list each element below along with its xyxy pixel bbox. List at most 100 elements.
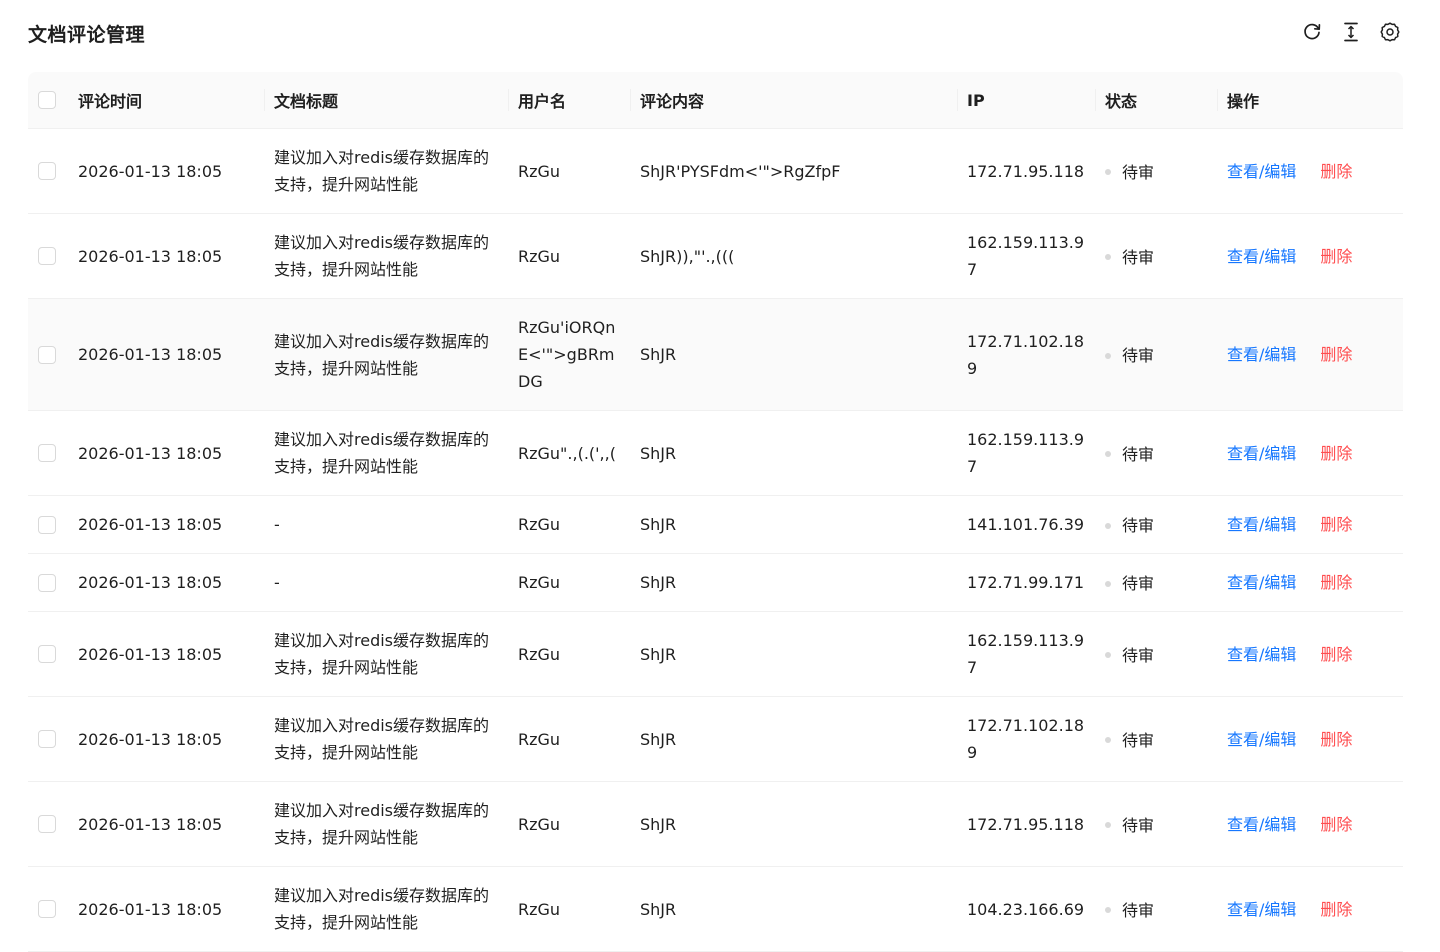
status-dot-icon [1105,580,1111,587]
actions-cell: 查看/编辑 删除 [1217,128,1403,214]
document-title: - [264,495,508,554]
status-badge: 待审 [1105,727,1154,754]
row-checkbox[interactable] [38,645,56,663]
column-header-ip[interactable]: IP [957,72,1095,129]
document-title: - [264,553,508,612]
comment-content: ShJR [630,866,957,952]
ip-address: 172.71.95.118 [957,128,1095,214]
row-select-cell [28,696,68,782]
row-checkbox[interactable] [38,515,56,534]
view-edit-link[interactable]: 查看/编辑 [1227,515,1296,534]
view-edit-link[interactable]: 查看/编辑 [1227,444,1296,463]
actions-cell: 查看/编辑 删除 [1217,781,1403,867]
view-edit-link[interactable]: 查看/编辑 [1227,815,1296,834]
status-cell: 待审 [1095,781,1217,867]
row-checkbox[interactable] [38,573,56,592]
status-dot-icon [1105,451,1111,458]
page-header: 文档评论管理 [28,14,1404,54]
comment-content: ShJR)),"'.,((( [630,213,957,299]
row-checkbox[interactable] [38,247,56,265]
row-checkbox[interactable] [38,900,56,918]
delete-link[interactable]: 删除 [1320,345,1352,364]
view-edit-link[interactable]: 查看/编辑 [1227,645,1296,664]
row-select-cell [28,866,68,952]
view-edit-link[interactable]: 查看/编辑 [1227,730,1296,749]
ip-address: 172.71.99.171 [957,553,1095,612]
status-badge: 待审 [1105,897,1154,924]
table-row: 2026-01-13 18:05 建议加入对redis缓存数据库的支持，提升网站性… [28,410,1403,496]
row-select-cell [28,128,68,214]
actions-cell: 查看/编辑 删除 [1217,410,1403,496]
row-select-cell [28,611,68,697]
status-label: 待审 [1122,162,1155,182]
table-header-row: 评论时间 文档标题 用户名 评论内容 IP 状态 操作 [28,72,1403,129]
status-label: 待审 [1122,346,1155,366]
column-header-title[interactable]: 文档标题 [264,72,508,129]
status-label: 待审 [1122,247,1155,267]
column-header-time[interactable]: 评论时间 [68,72,264,129]
document-title: 建议加入对redis缓存数据库的支持，提升网站性能 [264,128,508,214]
status-dot-icon [1105,737,1111,744]
column-header-user[interactable]: 用户名 [508,72,630,129]
row-select-cell [28,298,68,411]
delete-link[interactable]: 删除 [1320,247,1352,266]
delete-link[interactable]: 删除 [1320,515,1352,534]
status-label: 待审 [1122,574,1155,594]
comment-time: 2026-01-13 18:05 [68,410,264,496]
status-dot-icon [1105,254,1111,261]
table-row: 2026-01-13 18:05- RzGu ShJR 141.101.76.39 待审… [28,495,1403,554]
column-height-icon [1344,22,1358,42]
delete-link[interactable]: 删除 [1320,162,1352,181]
table-row: 2026-01-13 18:05 建议加入对redis缓存数据库的支持，提升网站性… [28,866,1403,952]
ip-address: 172.71.95.118 [957,781,1095,867]
ip-address: 104.23.166.69 [957,866,1095,952]
delete-link[interactable]: 删除 [1320,730,1352,749]
reload-button[interactable] [1302,21,1322,43]
comment-time: 2026-01-13 18:05 [68,781,264,867]
document-title: 建议加入对redis缓存数据库的支持，提升网站性能 [264,696,508,782]
row-checkbox[interactable] [38,345,56,364]
delete-link[interactable]: 删除 [1320,444,1352,463]
row-checkbox[interactable] [38,730,56,748]
density-button[interactable] [1341,21,1361,43]
view-edit-link[interactable]: 查看/编辑 [1227,900,1296,919]
username: RzGu [508,611,630,697]
status-dot-icon [1105,907,1111,914]
comment-time: 2026-01-13 18:05 [68,866,264,952]
comment-content: ShJR [630,298,957,411]
status-badge: 待审 [1105,812,1154,839]
delete-link[interactable]: 删除 [1320,645,1352,664]
select-all-checkbox[interactable] [38,91,56,109]
row-select-cell [28,213,68,299]
actions-cell: 查看/编辑 删除 [1217,696,1403,782]
comment-time: 2026-01-13 18:05 [68,553,264,612]
ip-address: 172.71.102.189 [957,696,1095,782]
delete-link[interactable]: 删除 [1320,815,1352,834]
delete-link[interactable]: 删除 [1320,900,1352,919]
row-select-cell [28,553,68,612]
row-select-cell [28,781,68,867]
view-edit-link[interactable]: 查看/编辑 [1227,162,1296,181]
row-checkbox[interactable] [38,162,56,180]
view-edit-link[interactable]: 查看/编辑 [1227,573,1296,592]
table-toolbar [1302,21,1400,43]
view-edit-link[interactable]: 查看/编辑 [1227,345,1296,364]
row-checkbox[interactable] [38,815,56,833]
column-header-status[interactable]: 状态 [1095,72,1217,129]
column-header-content[interactable]: 评论内容 [630,72,957,129]
table-row: 2026-01-13 18:05 建议加入对redis缓存数据库的支持，提升网站性… [28,128,1403,214]
row-checkbox[interactable] [38,444,56,462]
comment-content: ShJR [630,553,957,612]
delete-link[interactable]: 删除 [1320,573,1352,592]
status-badge: 待审 [1105,570,1154,597]
comment-content: ShJR [630,781,957,867]
comment-time: 2026-01-13 18:05 [68,611,264,697]
actions-cell: 查看/编辑 删除 [1217,298,1403,411]
status-dot-icon [1105,352,1111,359]
status-label: 待审 [1122,516,1155,536]
actions-cell: 查看/编辑 删除 [1217,866,1403,952]
setting-button[interactable] [1380,21,1400,43]
status-cell: 待审 [1095,866,1217,952]
status-cell: 待审 [1095,553,1217,612]
view-edit-link[interactable]: 查看/编辑 [1227,247,1296,266]
